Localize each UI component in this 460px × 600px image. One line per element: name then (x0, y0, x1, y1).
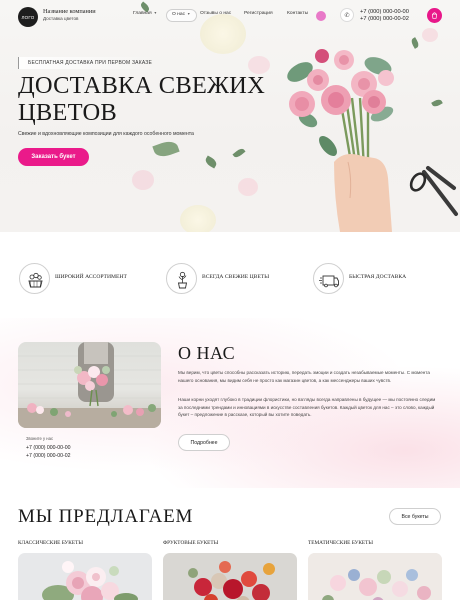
flower-basket-icon (28, 272, 43, 288)
feature-label-fresh: Всегда свежие цветы (202, 274, 270, 280)
about-paragraph-1: Мы верим, что цветы способны рассказать … (178, 370, 430, 383)
chevron-down-icon: ▼ (187, 12, 191, 16)
nav-about-label: О нас (172, 12, 186, 17)
decor-leaf (152, 138, 180, 160)
nav-badge[interactable] (316, 11, 326, 21)
decor-petal (238, 178, 258, 196)
offers-title: Мы предлагаем (18, 506, 194, 527)
about-phone-1[interactable]: +7 (000) 000-00-00 (26, 445, 71, 451)
category-title-fruit[interactable]: Фруктовые букеты (163, 540, 218, 546)
contact-caption: Звоните у нас (26, 436, 54, 441)
decor-leaf (232, 146, 246, 160)
bouquet-hand-image (287, 49, 458, 232)
feature-label-assortment: Широкий ассортимент (55, 274, 127, 280)
florist-image (18, 342, 161, 428)
promo-banner: Бесплатная доставка при первом заказе (18, 57, 159, 69)
about-phone-2[interactable]: +7 (000) 000-00-02 (26, 453, 71, 459)
themed-bouquet-image (308, 553, 442, 600)
chevron-down-icon: ▼ (153, 11, 158, 15)
cart-button[interactable] (427, 8, 442, 23)
fruit-bouquet-image (188, 561, 275, 600)
about-paragraph-2: Наши корни уходят глубоко в традиции фло… (178, 397, 436, 418)
feature-icon-delivery (313, 263, 344, 294)
logo[interactable]: ЛОГО (18, 7, 38, 27)
delivery-box-icon (319, 275, 339, 288)
decor-leaf (203, 155, 219, 169)
decor-petal (200, 14, 246, 54)
all-bouquets-button[interactable]: Все букеты (389, 508, 441, 525)
feature-label-delivery: Быстрая доставка (349, 274, 407, 280)
decor-petal (132, 170, 154, 190)
flower-pot-icon (177, 271, 188, 289)
classic-bouquet-image (42, 561, 138, 600)
decor-petal (180, 205, 216, 232)
company-name: Название компании (43, 8, 96, 15)
cart-icon (432, 12, 437, 19)
more-button[interactable]: Подробнее (178, 434, 230, 451)
category-card-themed[interactable] (308, 553, 442, 600)
category-title-themed[interactable]: Тематические букеты (308, 540, 373, 546)
hero-subtitle: Свежие и вдохновляющие композиции для ка… (18, 131, 194, 137)
hero-title-line2: цветов (18, 99, 117, 126)
nav-contacts[interactable]: Контакты (287, 11, 308, 17)
nav-reviews[interactable]: Отзывы о нас (200, 11, 231, 17)
nav-registration[interactable]: Регистрация (244, 11, 273, 17)
category-card-fruit[interactable] (163, 553, 297, 600)
company-subtitle: Доставка цветов (43, 16, 79, 21)
order-bouquet-button[interactable]: Заказать букет (18, 148, 89, 166)
hero-title-line1: Доставка свежих (18, 72, 265, 99)
feature-icon-fresh (166, 263, 197, 294)
header-phone-1[interactable]: +7 (000) 000-00-00 (360, 9, 409, 16)
about-florist-photo (18, 342, 161, 428)
category-title-classic[interactable]: Классические букеты (18, 540, 83, 546)
header-phone-2[interactable]: +7 (000) 000-00-02 (360, 16, 409, 23)
phone-icon[interactable]: ✆ (340, 8, 354, 22)
feature-icon-assortment (19, 263, 50, 294)
about-title: О нас (178, 343, 236, 363)
nav-home-label: Главная (133, 11, 152, 16)
nav-about[interactable]: О нас ▼ (166, 9, 197, 22)
hero-title: Доставка свежих цветов (18, 72, 278, 126)
category-card-classic[interactable] (18, 553, 152, 600)
nav-home[interactable]: Главная ▼ (133, 11, 158, 17)
hero-section: ЛОГО Название компании Доставка цветов Г… (0, 0, 460, 232)
